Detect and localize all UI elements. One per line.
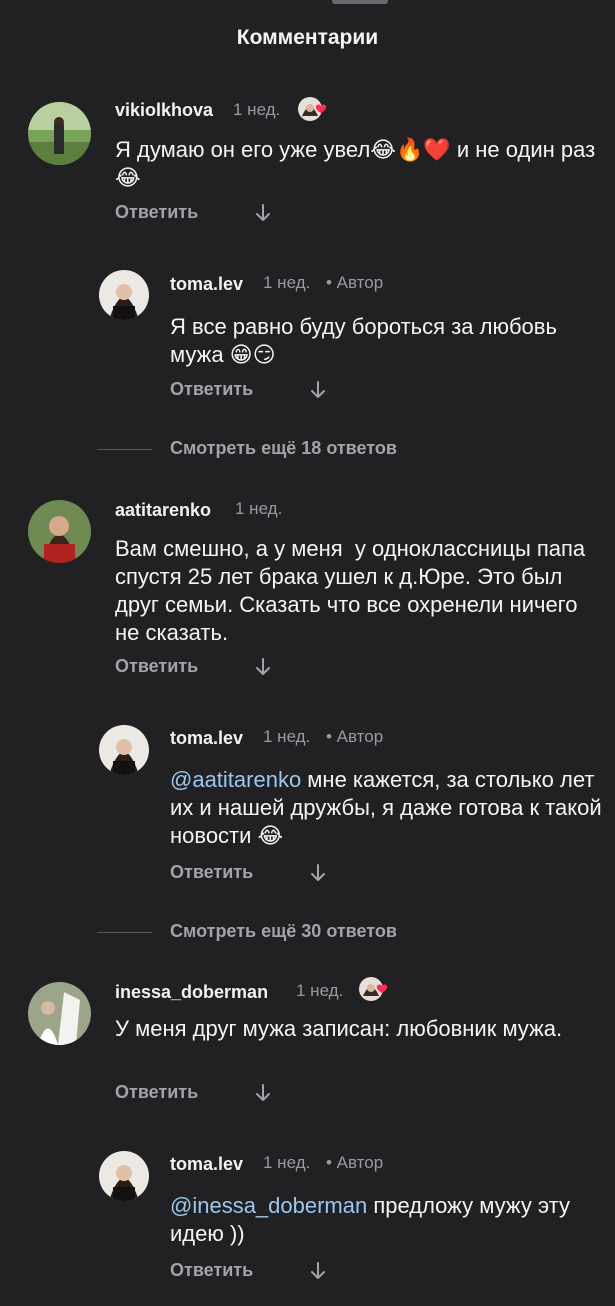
reply-button[interactable]: Ответить — [115, 656, 198, 677]
comment-username[interactable]: vikiolkhova — [115, 100, 213, 121]
comment-text: @inessa_doberman предложу мужу эту идею … — [170, 1192, 600, 1248]
author-badge: • Автор — [326, 1153, 384, 1172]
avatar[interactable] — [99, 270, 149, 320]
down-arrow-icon[interactable] — [254, 203, 272, 223]
comment-text: У меня друг мужа записан: любовник мужа. — [115, 1016, 563, 1041]
comment-time: 1 нед. — [263, 1153, 311, 1172]
divider — [97, 932, 152, 933]
page-title: Комментарии — [236, 26, 379, 49]
author-liked-badge — [358, 976, 394, 1002]
reply-button[interactable]: Ответить — [170, 379, 253, 400]
down-arrow-icon[interactable] — [309, 863, 327, 883]
avatar[interactable] — [99, 1151, 149, 1201]
comment-time: 1 нед. — [296, 981, 344, 1000]
comment-time: 1 нед. — [263, 727, 311, 746]
reply-button[interactable]: Ответить — [170, 1260, 253, 1281]
reply-button[interactable]: Ответить — [115, 202, 198, 223]
comment-username[interactable]: toma.lev — [170, 274, 243, 295]
comment-username[interactable]: inessa_doberman — [115, 982, 268, 1003]
comment-time: 1 нед. — [235, 499, 283, 518]
drag-handle[interactable] — [332, 0, 388, 4]
author-liked-badge — [297, 96, 333, 122]
author-badge: • Автор — [326, 273, 384, 292]
avatar[interactable] — [28, 982, 91, 1045]
comment-text: Я думаю он его уже увел😂🔥❤️ и не один ра… — [115, 137, 602, 190]
comment-time: 1 нед. — [233, 100, 281, 119]
comment-text: @aatitarenko мне кажется, за столько лет… — [170, 766, 615, 850]
divider — [97, 449, 152, 450]
down-arrow-icon[interactable] — [254, 657, 272, 677]
comment-username[interactable]: toma.lev — [170, 1154, 243, 1175]
avatar[interactable] — [99, 725, 149, 775]
comment-text: Вам смешно, а у меня у одноклассницы пап… — [115, 536, 592, 645]
down-arrow-icon[interactable] — [309, 1261, 327, 1281]
avatar[interactable] — [28, 102, 91, 165]
reply-button[interactable]: Ответить — [115, 1082, 198, 1103]
author-badge: • Автор — [326, 727, 384, 746]
view-more-replies-button[interactable]: Смотреть ещё 30 ответов — [170, 921, 397, 942]
comment-time: 1 нед. — [263, 273, 311, 292]
comment-username[interactable]: toma.lev — [170, 728, 243, 749]
user-mention-link[interactable]: @inessa_doberman — [170, 1193, 367, 1218]
down-arrow-icon[interactable] — [309, 380, 327, 400]
avatar[interactable] — [28, 500, 91, 563]
view-more-replies-button[interactable]: Смотреть ещё 18 ответов — [170, 438, 397, 459]
down-arrow-icon[interactable] — [254, 1083, 272, 1103]
user-mention-link[interactable]: @aatitarenko — [170, 767, 301, 792]
comment-text: Я все равно буду бороться за любовь мужа… — [170, 314, 564, 367]
reply-button[interactable]: Ответить — [170, 862, 253, 883]
comment-username[interactable]: aatitarenko — [115, 500, 211, 521]
